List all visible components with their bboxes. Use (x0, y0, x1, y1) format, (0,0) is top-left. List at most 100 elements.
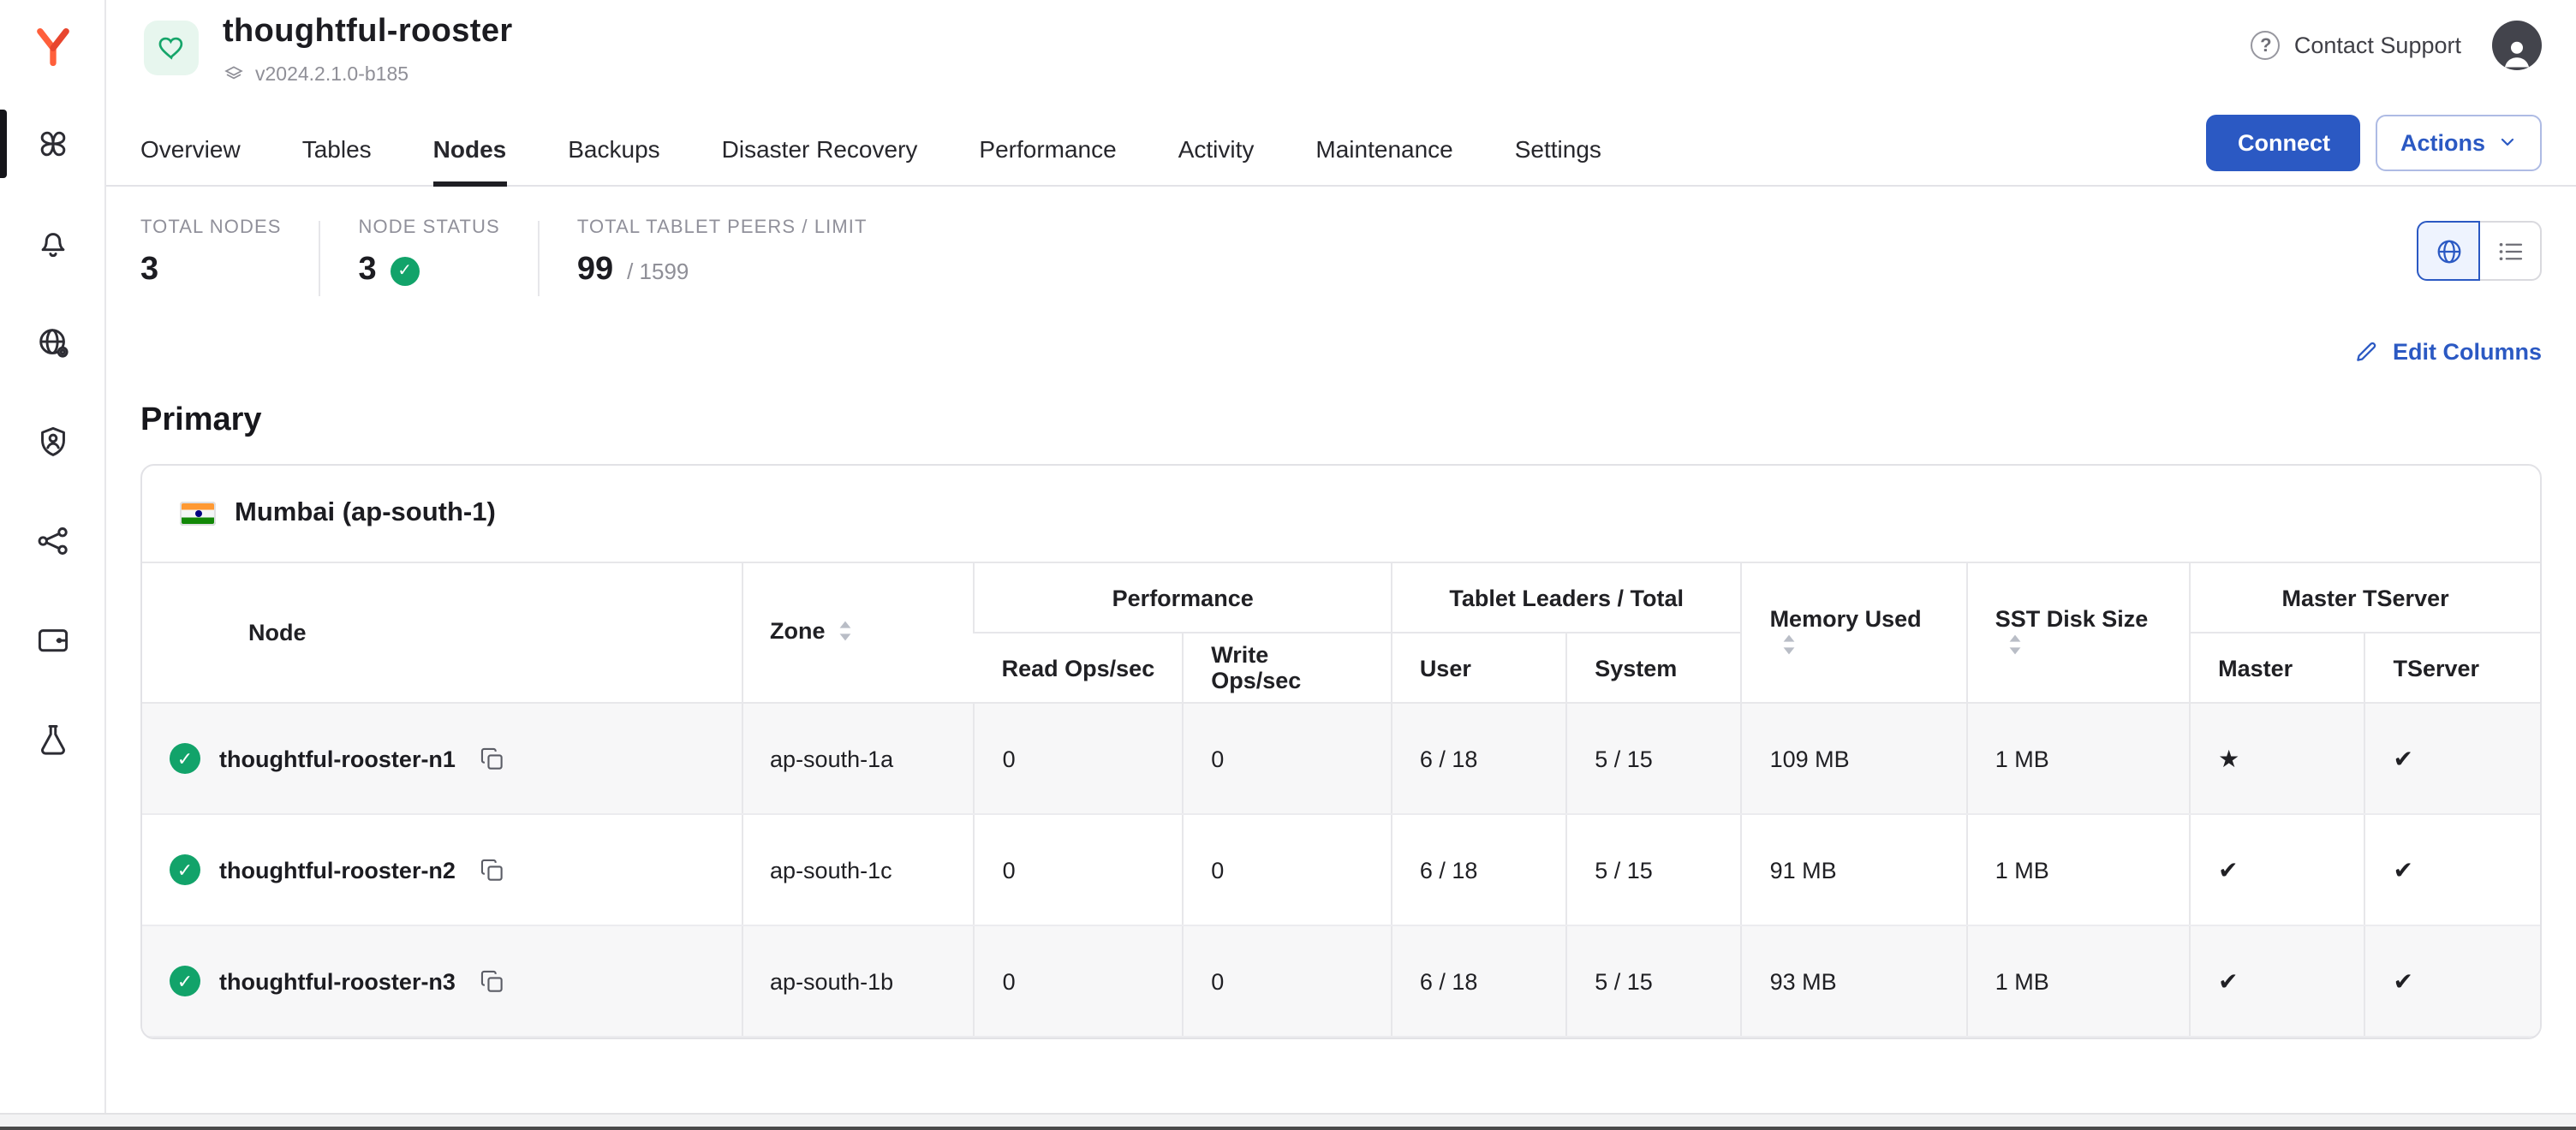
sidebar-item-billing[interactable] (0, 603, 104, 678)
zone-cell: ap-south-1b (742, 925, 975, 1037)
table-row: thoughtful-rooster-n1 ap-south-1a 0 0 6 … (142, 703, 2540, 814)
sst-cell: 1 MB (1967, 814, 2190, 925)
read-ops-cell: 0 (975, 703, 1184, 814)
sidebar-item-admin[interactable] (0, 305, 104, 380)
column-header-tserver: TServer (2365, 633, 2541, 703)
stat-label: TOTAL NODES (140, 217, 282, 238)
column-header-user: User (1392, 633, 1566, 703)
node-healthy-icon (170, 743, 200, 774)
column-header-sst[interactable]: SST Disk Size (1967, 562, 2190, 703)
column-group-tablets: Tablet Leaders / Total (1392, 562, 1742, 633)
version-label: v2024.2.1.0-b185 (255, 64, 408, 85)
section-title: Primary (106, 402, 2576, 440)
tab-disaster-recovery[interactable]: Disaster Recovery (722, 113, 918, 187)
horizontal-scrollbar[interactable] (0, 1113, 2576, 1127)
admin-globe-icon (33, 324, 71, 361)
edit-columns-label: Edit Columns (2393, 338, 2542, 364)
help-icon (2251, 31, 2281, 60)
tab-settings[interactable]: Settings (1515, 113, 1601, 187)
heart-icon (156, 33, 187, 63)
chevron-down-icon (2497, 132, 2518, 152)
sidebar-item-alerts[interactable] (0, 205, 104, 281)
column-header-read-ops: Read Ops/sec (975, 633, 1184, 703)
yugabyte-logo-icon[interactable] (23, 17, 81, 75)
user-avatar[interactable] (2492, 21, 2542, 70)
main-panel: thoughtful-rooster v2024.2.1.0-b185 Cont… (106, 0, 2576, 1130)
sidebar-item-universes[interactable] (0, 106, 104, 181)
zone-cell: ap-south-1a (742, 703, 975, 814)
connect-button[interactable]: Connect (2207, 114, 2361, 170)
view-toggle (2417, 221, 2542, 281)
tserver-status-cell: ✔ (2365, 925, 2541, 1037)
layers-icon (223, 63, 245, 86)
sidebar (0, 0, 106, 1130)
tab-nodes[interactable]: Nodes (433, 113, 507, 187)
node-name: thoughtful-rooster-n3 (219, 968, 456, 994)
actions-button[interactable]: Actions (2376, 114, 2542, 170)
column-header-zone[interactable]: Zone (742, 562, 975, 703)
table-row: thoughtful-rooster-n3 ap-south-1b 0 0 6 … (142, 925, 2540, 1037)
stat-node-status: NODE STATUS 3 (359, 217, 500, 289)
node-name: thoughtful-rooster-n1 (219, 746, 456, 771)
window-edge (0, 1127, 2576, 1130)
system-tablets-cell: 5 / 15 (1566, 814, 1741, 925)
write-ops-cell: 0 (1183, 925, 1392, 1037)
user-icon (2499, 34, 2535, 70)
sort-icon (838, 620, 853, 647)
contact-support-link[interactable]: Contact Support (2251, 31, 2461, 60)
sort-icon (1782, 633, 1798, 660)
bell-icon (33, 224, 71, 262)
divider (538, 221, 540, 296)
sidebar-item-security[interactable] (0, 404, 104, 479)
tserver-status-cell: ✔ (2365, 814, 2541, 925)
map-view-button[interactable] (2417, 221, 2480, 281)
region-title: Mumbai (ap-south-1) (235, 498, 496, 529)
page-title: thoughtful-rooster (223, 14, 513, 51)
system-tablets-cell: 5 / 15 (1566, 703, 1741, 814)
master-status-cell: ✔ (2190, 814, 2364, 925)
version-row: v2024.2.1.0-b185 (223, 63, 513, 86)
tserver-status-cell: ✔ (2365, 703, 2541, 814)
column-header-memory[interactable]: Memory Used (1742, 562, 1967, 703)
copy-icon[interactable] (478, 744, 507, 773)
sst-cell: 1 MB (1967, 925, 2190, 1037)
memory-cell: 93 MB (1742, 925, 1967, 1037)
column-header-node: Node (142, 562, 742, 703)
tab-tables[interactable]: Tables (302, 113, 372, 187)
user-tablets-cell: 6 / 18 (1392, 925, 1566, 1037)
region-card: Mumbai (ap-south-1) Node Zone (140, 464, 2542, 1039)
stat-value: 99 (577, 252, 613, 289)
memory-cell: 109 MB (1742, 703, 1967, 814)
table-row: thoughtful-rooster-n2 ap-south-1c 0 0 6 … (142, 814, 2540, 925)
column-header-system: System (1566, 633, 1741, 703)
copy-icon[interactable] (478, 855, 507, 884)
tab-maintenance[interactable]: Maintenance (1315, 113, 1452, 187)
globe-icon (2433, 235, 2464, 266)
pencil-icon (2353, 337, 2381, 365)
column-group-performance: Performance (975, 562, 1392, 633)
stats-row: TOTAL NODES 3 NODE STATUS 3 TOTAL TABLET… (106, 217, 2576, 296)
tab-activity[interactable]: Activity (1178, 113, 1255, 187)
region-card-header: Mumbai (ap-south-1) (142, 466, 2540, 562)
edit-columns-button[interactable]: Edit Columns (2353, 337, 2542, 365)
tab-performance[interactable]: Performance (979, 113, 1116, 187)
sidebar-item-labs[interactable] (0, 702, 104, 777)
sidebar-item-topology[interactable] (0, 503, 104, 579)
write-ops-cell: 0 (1183, 703, 1392, 814)
read-ops-cell: 0 (975, 925, 1184, 1037)
stat-label: NODE STATUS (359, 217, 500, 238)
column-group-master-tserver: Master TServer (2190, 562, 2540, 633)
india-flag-icon (180, 502, 216, 526)
stat-value: 3 (359, 252, 377, 289)
tab-backups[interactable]: Backups (568, 113, 659, 187)
tab-bar: Overview Tables Nodes Backups Disaster R… (106, 113, 2576, 187)
sort-icon (2007, 633, 2023, 660)
tab-overview[interactable]: Overview (140, 113, 241, 187)
cluster-header: thoughtful-rooster v2024.2.1.0-b185 Cont… (106, 0, 2576, 86)
list-view-button[interactable] (2478, 221, 2542, 281)
stat-tablet-peers: TOTAL TABLET PEERS / LIMIT 99 / 1599 (577, 217, 868, 289)
copy-icon[interactable] (478, 966, 507, 996)
column-header-master: Master (2190, 633, 2364, 703)
divider (319, 221, 321, 296)
labs-flask-icon (33, 721, 71, 758)
